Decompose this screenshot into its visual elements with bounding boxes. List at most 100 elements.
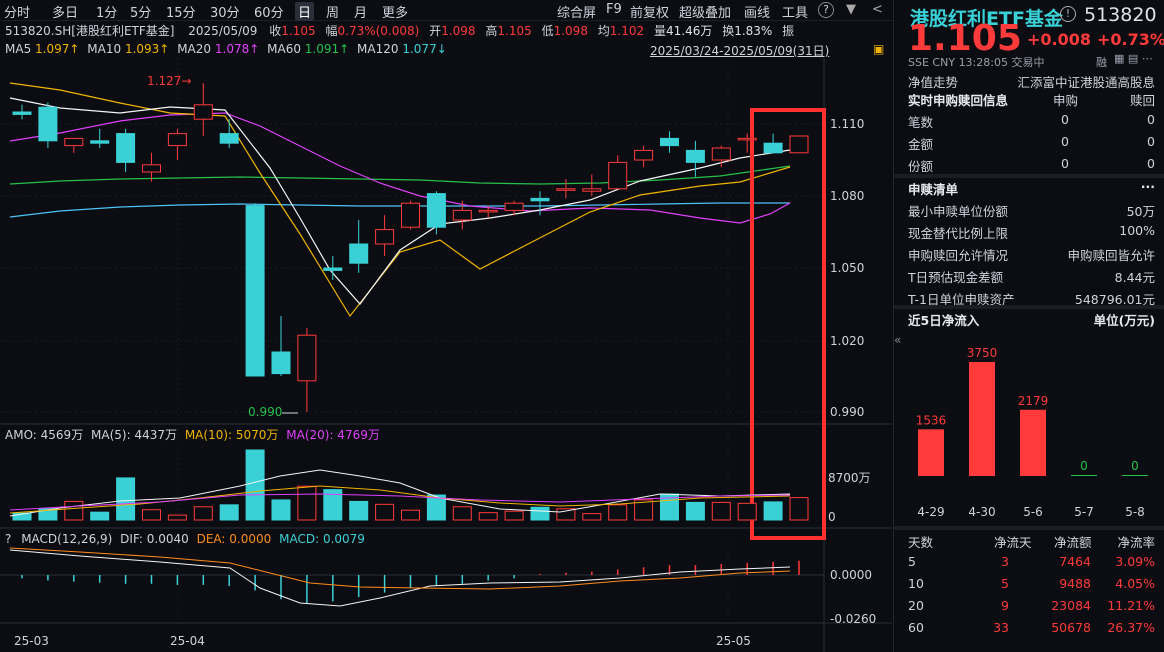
trading-status: 交易中 xyxy=(1011,56,1045,69)
candle xyxy=(504,202,524,211)
tab-5min[interactable]: 5分 xyxy=(130,2,151,21)
date-range[interactable]: 2025/03/24-2025/05/09(31日) xyxy=(650,42,829,59)
flow-table-cell: 7464 xyxy=(1059,554,1091,569)
amo-bar xyxy=(452,506,472,521)
flow-table-row: 10 5 9488 4.05% xyxy=(908,576,1155,591)
exchange-row: SSE CNY 13:28:05 交易中 xyxy=(908,54,1044,70)
overlay-button[interactable]: 超级叠加 xyxy=(679,2,731,21)
ma120-value: 1.077↓ xyxy=(402,42,447,56)
macd-legend: ? MACD(12,26,9) DIF: 0.0040 DEA: 0.0000 … xyxy=(5,532,365,546)
rt-row-subscribe: 0 xyxy=(1061,112,1069,127)
index-name: 汇添富中证港股通高股息 xyxy=(1017,75,1155,90)
candle xyxy=(245,205,265,377)
netvalue-label: 净值走势 xyxy=(908,75,959,90)
flow-unit: 单位(万元) xyxy=(1093,313,1155,328)
amo-bar xyxy=(685,501,705,521)
draw-line-button[interactable]: 画线 xyxy=(744,2,770,21)
exchange: SSE xyxy=(908,56,929,69)
tab-15min[interactable]: 15分 xyxy=(166,2,196,21)
high-annotation: 1.127→ xyxy=(147,74,191,88)
tab-30min[interactable]: 30分 xyxy=(210,2,240,21)
amo-bar xyxy=(90,511,110,521)
candle xyxy=(478,209,498,213)
amo-bar xyxy=(737,502,757,521)
amo-bar xyxy=(789,497,809,521)
candle xyxy=(401,202,420,228)
flow-header: 近5日净流入 单位(万元) xyxy=(908,310,1155,329)
table-head: 净流天 xyxy=(994,535,1032,550)
tab-month[interactable]: 月 xyxy=(354,2,367,21)
list-row: T日预估现金差额 8.44元 xyxy=(908,267,1155,286)
rt-row-redeem: 0 xyxy=(1147,156,1155,171)
list-row: 申购赎回允许情况 申购赎回皆允许 xyxy=(908,245,1155,264)
tab-60min[interactable]: 60分 xyxy=(254,2,284,21)
ma120-line xyxy=(9,202,790,218)
candle xyxy=(685,149,705,163)
list-header: 申赎清单 ··· xyxy=(908,179,1155,198)
ma20-value: 1.078↑ xyxy=(214,42,260,56)
list-row-value: 50万 xyxy=(1126,204,1155,219)
amo-bar xyxy=(556,508,576,521)
rt-row-label: 笔数 xyxy=(908,115,934,130)
toolbar-icons[interactable]: ▦ ▤ ⋯ xyxy=(1114,52,1153,65)
list-row-label: 现金替代比例上限 xyxy=(908,226,1009,241)
flow-table-cell: 9 xyxy=(1001,598,1009,613)
amo-bar xyxy=(116,477,136,521)
highlight-box xyxy=(750,108,826,540)
candle xyxy=(556,188,576,191)
security-code: 513820.SH[港股红利ETF基金] xyxy=(5,24,175,38)
vol-value: 41.46万 xyxy=(666,24,713,38)
amo-bar xyxy=(478,512,498,521)
last-price: 1.105 xyxy=(908,18,1022,59)
candle xyxy=(608,161,628,190)
low-value: 1.098 xyxy=(553,24,588,38)
netvalue-row[interactable]: 净值走势 汇添富中证港股通高股息 xyxy=(908,72,1155,91)
tab-multi-day[interactable]: 多日 xyxy=(52,2,78,21)
prev-arrow-icon[interactable]: < xyxy=(872,2,883,17)
tab-1min[interactable]: 1分 xyxy=(96,2,117,21)
tab-fenshi[interactable]: 分时 xyxy=(4,2,30,21)
candle xyxy=(38,106,58,142)
amplitude-label: 振 xyxy=(782,24,795,38)
rt-col-subscribe: 申购 xyxy=(1053,93,1079,108)
lock-icon[interactable]: ▣ xyxy=(873,42,884,56)
f9-button[interactable]: F9 xyxy=(606,2,622,17)
avg-value: 1.102 xyxy=(609,24,645,38)
rt-col-redeem: 赎回 xyxy=(1129,93,1155,108)
amo-bar xyxy=(582,513,602,521)
ma20-label: MA20 xyxy=(177,42,212,56)
candle xyxy=(64,137,84,147)
rt-row: 笔数 0 0 xyxy=(908,112,1155,131)
quote-time: 13:28:05 xyxy=(958,56,1008,69)
composite-screen-button[interactable]: 综合屏 xyxy=(557,2,596,21)
list-row-value: 申购赎回皆允许 xyxy=(1067,248,1155,263)
forward-adjust-button[interactable]: 前复权 xyxy=(630,2,669,21)
avg-label: 均 xyxy=(597,24,610,38)
kline-chart[interactable]: 1.110 1.080 1.050 1.020 0.990 1.127→ 0.9… xyxy=(0,58,892,652)
help-icon[interactable]: ? xyxy=(818,2,834,18)
price-axis-label: 1.080 xyxy=(830,189,864,203)
open-value: 1.098 xyxy=(441,24,476,38)
flow-table-header: 天数 净流天 净流额 净流率 xyxy=(908,532,1155,551)
tab-week[interactable]: 周 xyxy=(326,2,339,21)
flow-bar xyxy=(969,362,995,476)
list-row-value: 8.44元 xyxy=(1114,270,1155,285)
high-label: 高 xyxy=(485,24,498,38)
info-icon[interactable]: ! xyxy=(1060,6,1076,22)
flow-bar xyxy=(918,429,944,476)
tab-more[interactable]: 更多 xyxy=(382,2,408,21)
change-label: 幅 xyxy=(325,24,338,38)
quote-info-row: 513820.SH[港股红利ETF基金] 2025/05/09 收1.105 幅… xyxy=(5,22,794,39)
tab-day[interactable]: 日 xyxy=(295,2,315,21)
turnover-value: 1.83% xyxy=(734,24,773,38)
tools-button[interactable]: 工具 xyxy=(782,2,808,21)
more-icon[interactable]: ··· xyxy=(1141,179,1155,194)
fund-code: 513820 xyxy=(1084,4,1157,26)
flow-table-cell: 5 xyxy=(1001,576,1009,591)
flow-bar-value: 2179 xyxy=(1018,394,1049,408)
flow-table-cell: 4.05% xyxy=(1115,576,1155,591)
candle xyxy=(193,104,213,120)
macd-axis-bottom: -0.0260 xyxy=(830,612,876,626)
amo-bar xyxy=(530,506,550,521)
dropdown-icon[interactable]: ▼ xyxy=(846,2,856,17)
